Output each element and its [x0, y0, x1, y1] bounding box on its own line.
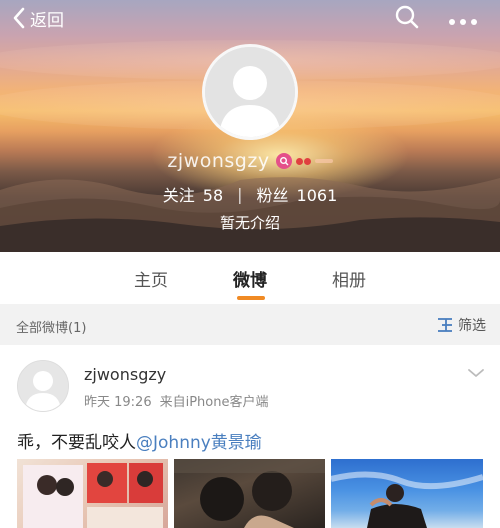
post-text: 乖，不要乱咬人 @Johnny黄景瑜 [17, 428, 262, 453]
post-source: 来自iPhone客户端 [159, 395, 269, 410]
post-photo-1[interactable] [17, 459, 168, 528]
tab-weibo[interactable]: 微博 [233, 266, 267, 291]
back-label: 返回 [30, 10, 64, 31]
post-menu-button[interactable] [466, 365, 486, 379]
tab-album[interactable]: 相册 [332, 266, 366, 291]
following-count: 58 [202, 186, 224, 205]
post-meta: 昨天 19:26 来自iPhone客户端 [84, 391, 269, 410]
post-card: zjwonsgzy 昨天 19:26 来自iPhone客户端 乖，不要乱咬人 @J… [0, 345, 500, 528]
profile-tabs: 主页 微博 相册 [0, 252, 500, 304]
photo-image [23, 463, 163, 528]
stats-divider: | [237, 184, 243, 204]
post-photo-2[interactable] [174, 459, 325, 528]
fans-label: 粉丝 [256, 186, 289, 205]
more-icon [449, 19, 477, 25]
filter-label: 筛选 [458, 318, 486, 334]
profile-avatar[interactable] [202, 44, 298, 140]
tab-home[interactable]: 主页 [134, 266, 168, 291]
fans-count: 1061 [296, 186, 338, 205]
search-button[interactable] [394, 4, 420, 30]
level-icon [295, 157, 333, 165]
post-time: 昨天 19:26 [84, 395, 152, 410]
following-label: 关注 [162, 186, 195, 205]
following-stat[interactable]: 关注 58 [163, 182, 223, 206]
post-photo-3[interactable] [331, 459, 483, 528]
post-body: 乖，不要乱咬人 [17, 433, 136, 453]
top-bar: 返回 [0, 0, 500, 36]
profile-intro: 暂无介绍 [219, 214, 280, 232]
all-posts-count: 全部微博(1) [16, 321, 87, 336]
vip-icon[interactable] [275, 153, 292, 169]
profile-username: zjwonsgzy [167, 150, 270, 172]
photo-image [331, 471, 483, 528]
filter-bar: 全部微博(1) 筛选 [0, 307, 500, 343]
fans-stat[interactable]: 粉丝 1061 [257, 182, 338, 206]
chevron-down-icon [468, 369, 484, 377]
active-tab-indicator [237, 296, 265, 300]
back-button[interactable]: 返回 [12, 6, 64, 31]
default-avatar-icon [18, 361, 68, 411]
post-avatar[interactable] [17, 360, 69, 412]
filter-icon [438, 318, 452, 332]
back-chevron-icon [13, 7, 25, 29]
default-avatar-icon [205, 47, 295, 137]
profile-name-row: zjwonsgzy [0, 148, 500, 174]
search-icon [395, 5, 419, 29]
post-mention-link[interactable]: @Johnny黄景瑜 [136, 428, 262, 453]
more-button[interactable] [448, 12, 478, 25]
photo-image [174, 459, 325, 528]
profile-stats: 关注 58 | 粉丝 1061 [0, 182, 500, 206]
profile-header: 返回 zjwonsgzy 关注 58 | 粉丝 1061 暂无介绍 [0, 0, 500, 252]
filter-button[interactable]: 筛选 [437, 315, 486, 335]
post-username[interactable]: zjwonsgzy [84, 365, 166, 384]
